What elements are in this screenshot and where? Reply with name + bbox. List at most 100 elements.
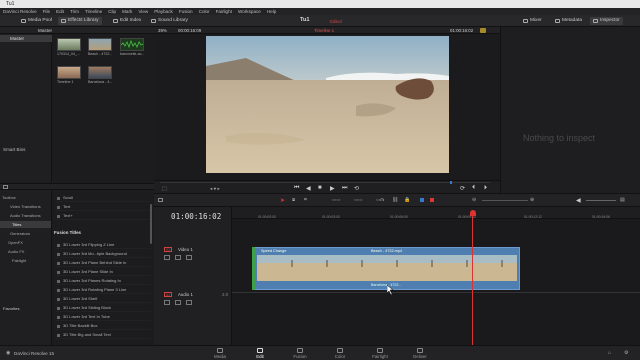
menu-view[interactable]: View	[138, 9, 148, 14]
media-pool-button[interactable]: Media Pool	[18, 17, 55, 25]
playhead-line[interactable]	[472, 215, 473, 345]
nav-deliver[interactable]: Deliver	[408, 348, 432, 359]
position-lock-icon[interactable]: 🔒	[404, 197, 410, 203]
tree-generators[interactable]: Generators	[10, 231, 30, 236]
viewer-mode-icon[interactable]: ⬚	[162, 186, 167, 192]
audio-level-icon[interactable]: ◀	[576, 197, 581, 204]
marker-icon[interactable]	[430, 198, 434, 202]
panel-toggle-icon[interactable]	[3, 185, 8, 189]
overwrite-clip-icon[interactable]: ▭▭	[354, 197, 363, 203]
menu-fairlight[interactable]: Fairlight	[216, 9, 232, 14]
effect-item[interactable]: Text+	[55, 212, 151, 220]
menu-app[interactable]: DaVinci Resolve	[3, 9, 37, 14]
playhead-handle[interactable]	[470, 210, 476, 216]
edit-index-button[interactable]: Edit Index	[110, 17, 144, 25]
tree-audio-fx[interactable]: Audio FX	[8, 249, 24, 254]
inspector-button[interactable]: Inspector	[590, 17, 623, 25]
tree-video-transitions[interactable]: Video Transitions	[10, 204, 41, 209]
tree-openfx[interactable]: OpenFX	[8, 240, 23, 245]
track-visibility-icon[interactable]	[186, 255, 192, 260]
volume-slider[interactable]	[586, 200, 616, 201]
sound-library-button[interactable]: Sound Library	[148, 17, 191, 25]
timeline-selector[interactable]: Timeline 1	[314, 28, 334, 33]
flag-icon[interactable]	[420, 198, 424, 202]
tree-titles[interactable]: Titles	[0, 221, 51, 228]
menu-edit[interactable]: Edit	[56, 9, 64, 14]
reverse-button[interactable]: ◀	[306, 185, 311, 192]
next-edit-icon[interactable]: ⏵	[484, 185, 487, 192]
snapping-icon[interactable]: ∩	[380, 197, 384, 203]
timeline-view-options-icon[interactable]	[158, 198, 163, 202]
effect-item[interactable]: 3D Lower 3rd Sliding Block	[55, 304, 151, 312]
settings-icon[interactable]: ⚙	[624, 350, 628, 356]
skip-back-button[interactable]: ⏮	[294, 185, 299, 192]
clip-item[interactable]: baroxxeile-ac...	[120, 38, 146, 56]
linked-selection-icon[interactable]: ⛓	[392, 197, 398, 203]
clip-item[interactable]: Barcelona - 4...	[88, 66, 114, 84]
menu-fusion[interactable]: Fusion	[179, 9, 193, 14]
match-frame-icon[interactable]: ⟳	[460, 185, 465, 192]
menu-mark[interactable]: Mark	[122, 9, 132, 14]
viewer-options-icon[interactable]	[480, 28, 486, 33]
prev-edit-icon[interactable]: ⏴	[472, 185, 475, 192]
zoom-level[interactable]: 39%	[158, 28, 167, 33]
stop-button[interactable]: ■	[318, 185, 322, 191]
scrubber-handle[interactable]	[450, 181, 452, 184]
nav-media[interactable]: Media	[208, 348, 232, 359]
effect-item[interactable]: 3D Lower 3rd Text In Tube	[55, 313, 151, 321]
menu-color[interactable]: Color	[199, 9, 210, 14]
auto-select-icon[interactable]	[175, 255, 181, 260]
trim-tool-icon[interactable]: ⧈	[292, 197, 295, 203]
menu-file[interactable]: File	[43, 9, 50, 14]
loop-button[interactable]: ⟲	[354, 185, 359, 192]
effect-item[interactable]: 3D Title Backlit Box	[55, 322, 151, 330]
effect-item[interactable]: Text	[55, 203, 151, 211]
effect-item[interactable]: 3D Lower 3rd Rotating Plane 3 Line	[55, 286, 151, 294]
tree-fairlight[interactable]: Fairlight	[12, 258, 26, 263]
video-clip[interactable]: Speed Change Beach - 4722.mp4 Barcelona …	[254, 247, 520, 290]
effect-item[interactable]: 3D Lower 3rd Mu...tiple Background	[55, 250, 151, 258]
effect-item[interactable]: Scroll	[55, 194, 151, 202]
zoom-in-icon[interactable]: ⊕	[530, 197, 534, 203]
effect-item[interactable]: 3D Lower 3rd Plane Slide In	[55, 268, 151, 276]
skip-forward-button[interactable]: ⏭	[342, 185, 347, 192]
home-icon[interactable]: ⌂	[608, 350, 611, 356]
effect-item[interactable]: 3D Lower 3rd Flipping Z Line	[55, 241, 151, 249]
meter-icon[interactable]: ▤	[620, 197, 625, 203]
effect-item[interactable]: 3D Title Big and Small Text	[55, 331, 151, 339]
effect-item[interactable]: 3D Lower 3rd Shelf	[55, 295, 151, 303]
tree-toolbox[interactable]: Toolbox	[2, 195, 16, 200]
clip-item[interactable]: Beach - 4722...	[88, 38, 114, 56]
zoom-out-icon[interactable]: ⊖	[472, 197, 476, 203]
nav-color[interactable]: Color	[328, 348, 352, 359]
nav-fairlight[interactable]: Fairlight	[368, 348, 392, 359]
clip-item[interactable]: Timeline 1	[57, 66, 83, 84]
lock-track-icon[interactable]	[164, 255, 170, 260]
play-button[interactable]: ▶	[330, 185, 335, 192]
menu-playback[interactable]: Playback	[154, 9, 173, 14]
selection-tool-icon[interactable]: ➤	[280, 197, 285, 204]
effects-library-button[interactable]: Effects Library	[58, 17, 102, 25]
nav-edit[interactable]: Edit	[248, 348, 272, 359]
menu-clip[interactable]: Clip	[108, 9, 116, 14]
menu-trim[interactable]: Trim	[70, 9, 79, 14]
timeline-area[interactable]: 01:00:00:00 01:00:03:00 01:00:06:00 01:0…	[232, 207, 640, 345]
effect-item[interactable]: 3D Lower 3rd Plane Behind Slide In	[55, 259, 151, 267]
scrollbar[interactable]	[150, 204, 152, 244]
menu-timeline[interactable]: Timeline	[85, 9, 102, 14]
metadata-button[interactable]: Metadata	[552, 17, 585, 25]
solo-icon[interactable]	[175, 300, 181, 305]
current-bin-label[interactable]: Master	[38, 28, 52, 33]
scrubber-track[interactable]	[160, 182, 490, 183]
tree-audio-transitions[interactable]: Audio Transitions	[10, 213, 41, 218]
zoom-slider[interactable]	[482, 200, 528, 201]
bin-master[interactable]: Master	[0, 35, 52, 42]
mute-icon[interactable]	[186, 300, 192, 305]
frame-nav-icon[interactable]: ◂ ● ▸	[210, 186, 220, 192]
audio-track-tag[interactable]: A1	[164, 292, 172, 297]
insert-clip-icon[interactable]: ▭▭	[332, 197, 341, 203]
menu-help[interactable]: Help	[267, 9, 276, 14]
clip-trim-handle[interactable]	[252, 247, 255, 290]
blade-tool-icon[interactable]: ⌗	[304, 197, 307, 203]
video-track-tag[interactable]: V1	[164, 247, 172, 252]
